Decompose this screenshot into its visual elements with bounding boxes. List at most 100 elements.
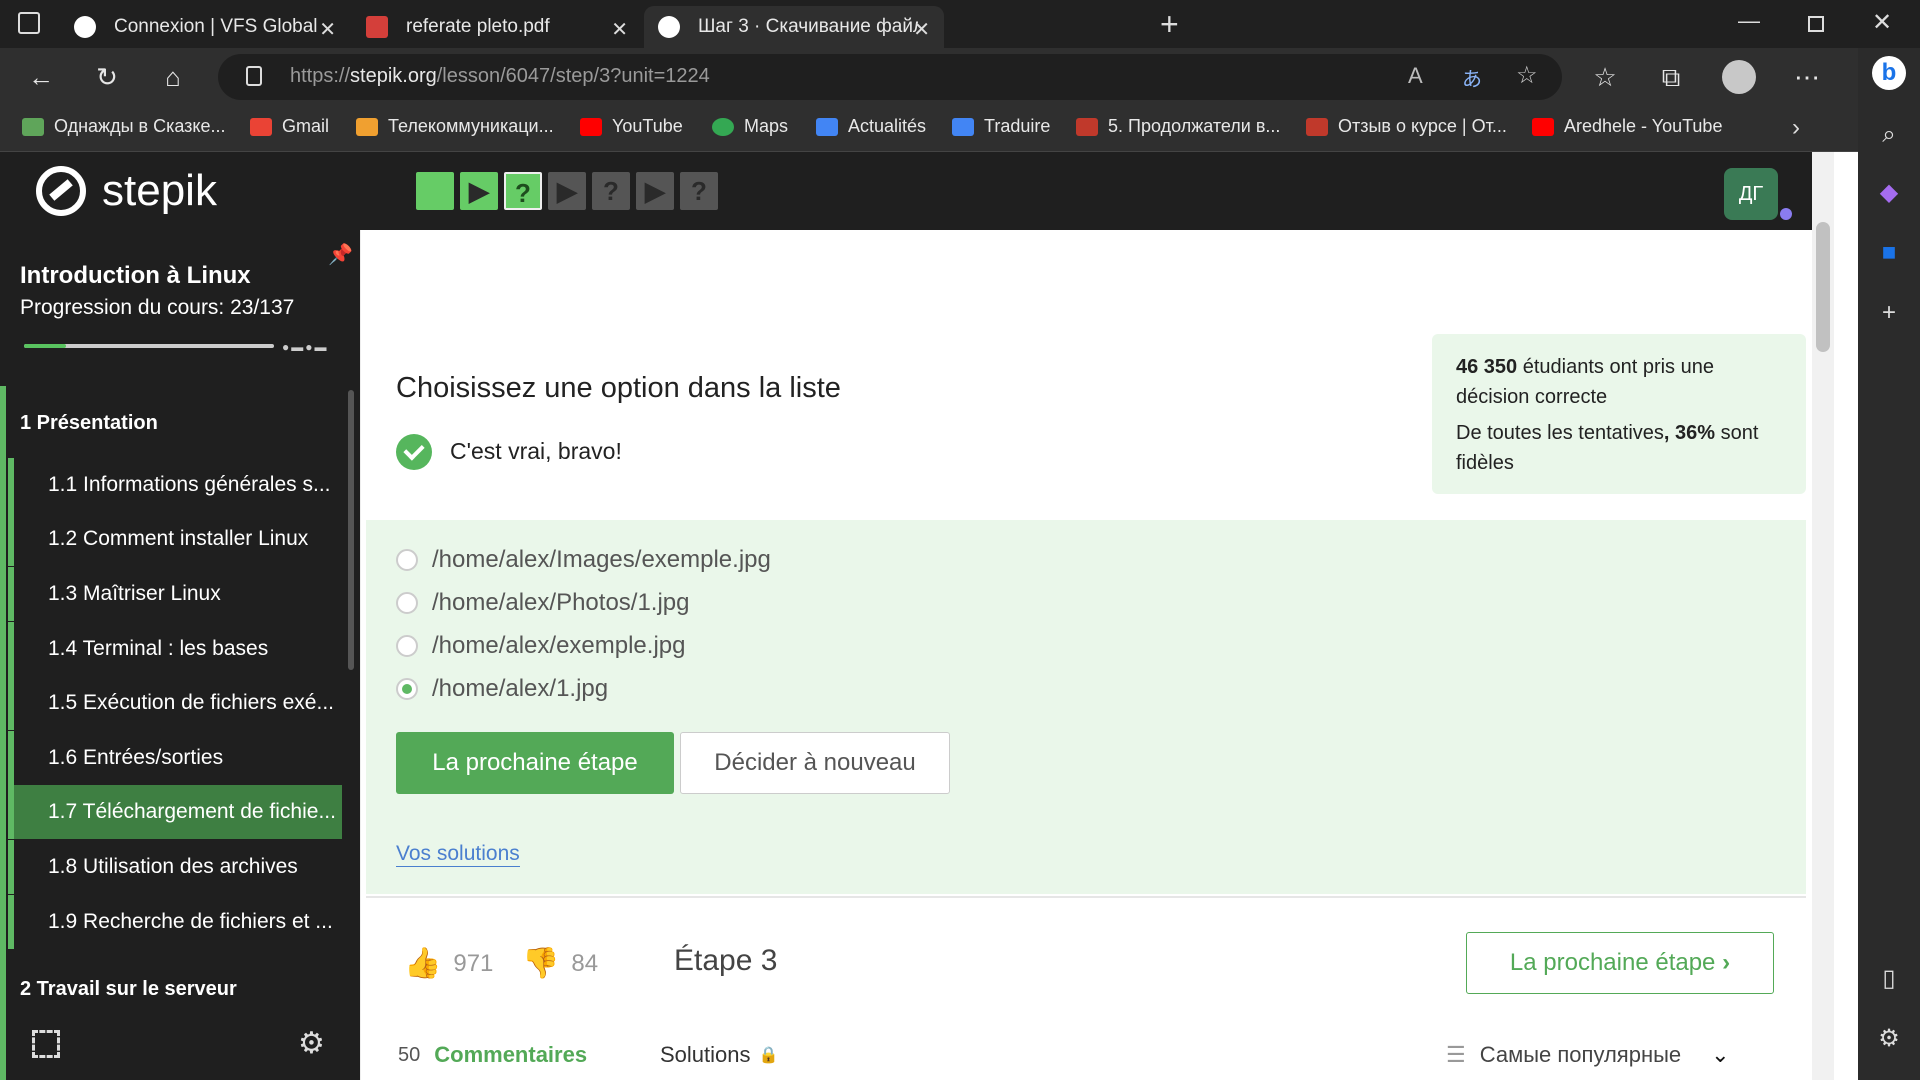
close-tab-icon[interactable]: ✕ — [611, 17, 628, 42]
bookmark[interactable]: Aredhele - YouTube — [1532, 116, 1722, 137]
reload-icon[interactable]: ↻ — [90, 60, 124, 94]
tab-stepik[interactable]: Шаг 3 · Скачивание файлов из и ✕ — [644, 6, 944, 48]
bookmark[interactable]: 5. Продолжатели в... — [1076, 116, 1280, 137]
home-icon[interactable]: ⌂ — [156, 60, 190, 94]
radio-button[interactable] — [396, 549, 418, 571]
settings-icon[interactable]: ⚙ — [298, 1026, 325, 1061]
tab-actions-icon[interactable] — [18, 12, 40, 34]
step-4-video[interactable]: ▶ — [548, 172, 586, 210]
gmail-icon — [250, 117, 272, 136]
step-7-quiz[interactable]: ? — [680, 172, 718, 210]
tab-vfs[interactable]: Connexion | VFS Global ✕ — [60, 6, 350, 48]
copilot-icon[interactable]: ◆ — [1872, 176, 1906, 210]
lesson-item[interactable]: 1.8 Utilisation des archives — [8, 840, 342, 894]
url-text[interactable]: https://stepik.org/lesson/6047/step/3?un… — [290, 65, 710, 88]
chevron-right-icon[interactable]: › — [1792, 114, 1800, 142]
step-3-quiz-current[interactable]: ? — [504, 172, 542, 210]
pdf-favicon-icon — [366, 16, 388, 38]
progress-fill — [24, 344, 66, 348]
bookmark-icon — [1306, 117, 1328, 136]
profile-avatar[interactable] — [1722, 60, 1756, 94]
solutions-tab[interactable]: Solutions 🔒 — [660, 1042, 778, 1068]
radio-button-selected[interactable] — [396, 678, 418, 700]
bookmark[interactable]: Maps — [712, 116, 788, 137]
dislike-button[interactable]: 👎 84 — [522, 946, 598, 981]
next-step-button[interactable]: La prochaine étape — [396, 732, 674, 794]
read-aloud-icon[interactable]: A — [1408, 63, 1423, 89]
bing-icon[interactable]: b — [1872, 56, 1906, 90]
sort-dropdown[interactable]: ☰ Самые популярные ⌄ — [1446, 1042, 1730, 1068]
lesson-item[interactable]: 1.6 Entrées/sorties — [8, 731, 342, 785]
tab-pdf[interactable]: referate pleto.pdf ✕ — [352, 6, 642, 48]
scrollbar-thumb[interactable] — [1816, 222, 1830, 352]
lesson-item[interactable]: 1.2 Comment installer Linux — [8, 512, 342, 566]
favorites-icon[interactable]: ☆ — [1588, 60, 1622, 94]
stepik-header: stepik ▶ ? ▶ ? ▶ ? ДГ — [0, 152, 1812, 230]
section-2-title[interactable]: 2 Travail sur le serveur — [20, 978, 237, 1001]
comments-count: 50 — [398, 1043, 421, 1066]
bookmark[interactable]: Actualités — [816, 116, 926, 137]
settings-icon[interactable]: ⚙ — [1872, 1022, 1906, 1056]
add-icon[interactable]: + — [1872, 296, 1906, 330]
next-step-button-footer[interactable]: La prochaine étape › — [1466, 932, 1774, 994]
radio-button[interactable] — [396, 592, 418, 614]
bookmark[interactable]: Телекоммуникаци... — [356, 116, 554, 137]
lock-icon: 🔒 — [758, 1047, 779, 1064]
lesson-item-active[interactable]: 1.7 Téléchargement de fichie... — [8, 785, 342, 839]
collections-icon[interactable]: ⧉ — [1654, 60, 1688, 94]
step-5-quiz[interactable]: ? — [592, 172, 630, 210]
close-tab-icon[interactable]: ✕ — [319, 17, 336, 42]
stats-panel: 46 350 étudiants ont pris une décision c… — [1432, 334, 1806, 494]
bookmark[interactable]: YouTube — [580, 116, 683, 137]
sidebar-scrollbar[interactable] — [348, 390, 354, 670]
lesson-item[interactable]: 1.4 Terminal : les bases — [8, 622, 342, 676]
restore-icon[interactable] — [1808, 16, 1824, 32]
like-button[interactable]: 👍 971 — [404, 946, 493, 981]
option[interactable]: /home/alex/Photos/1.jpg — [396, 589, 690, 617]
step-2-video[interactable]: ▶ — [460, 172, 498, 210]
new-tab-icon[interactable]: + — [1160, 6, 1179, 43]
address-bar-row: ← ↻ ⌂ https://stepik.org/lesson/6047/ste… — [0, 48, 1858, 106]
bookmark[interactable]: Однажды в Сказке... — [22, 116, 226, 137]
option-selected[interactable]: /home/alex/1.jpg — [396, 675, 608, 703]
search-icon[interactable]: ⌕ — [1872, 118, 1906, 152]
option[interactable]: /home/alex/exemple.jpg — [396, 632, 685, 660]
retry-button[interactable]: Décider à nouveau — [680, 732, 950, 794]
bookmark[interactable]: Отзыв о курсе | От... — [1306, 116, 1507, 137]
bookmark-icon — [1076, 117, 1098, 136]
lesson-item[interactable]: 1.5 Exécution de fichiers exé... — [8, 676, 342, 730]
stepik-logo[interactable]: stepik — [36, 166, 217, 216]
option-label: /home/alex/1.jpg — [432, 675, 609, 702]
translate-icon[interactable]: あ — [1462, 63, 1482, 92]
close-tab-icon[interactable]: ✕ — [913, 17, 930, 42]
tab-title: referate pleto.pdf — [406, 16, 550, 37]
fullscreen-icon[interactable] — [32, 1030, 60, 1058]
radio-button[interactable] — [396, 635, 418, 657]
step-6-video[interactable]: ▶ — [636, 172, 674, 210]
section-1-title[interactable]: 1 Présentation — [20, 412, 158, 435]
stats-correct: 46 350 étudiants ont pris une décision c… — [1456, 356, 1714, 408]
back-icon[interactable]: ← — [24, 60, 58, 94]
comments-tab[interactable]: 50 Commentaires — [398, 1042, 587, 1068]
lesson-item[interactable]: 1.3 Maîtriser Linux — [8, 567, 342, 621]
option[interactable]: /home/alex/Images/exemple.jpg — [396, 546, 771, 574]
pin-icon[interactable]: 📌 — [328, 242, 353, 267]
close-window-icon[interactable]: ✕ — [1872, 8, 1892, 37]
more-icon[interactable]: ⋯ — [1790, 60, 1824, 94]
notification-dot — [1780, 208, 1792, 220]
bookmark[interactable]: Traduire — [952, 116, 1050, 137]
lesson-item[interactable]: 1.1 Informations générales s... — [8, 458, 342, 512]
user-avatar[interactable]: ДГ — [1724, 168, 1778, 220]
minimize-icon[interactable]: — — [1738, 8, 1760, 34]
page-scrollbar[interactable] — [1812, 152, 1834, 1080]
lesson-item[interactable]: 1.9 Recherche de fichiers et ... — [8, 895, 342, 949]
favorite-add-icon[interactable]: ☆ — [1516, 61, 1538, 90]
outlook-icon[interactable]: ■ — [1872, 236, 1906, 270]
step-1-done[interactable] — [416, 172, 454, 210]
bookmark[interactable]: Gmail — [250, 116, 329, 137]
sidebar-layout-icon[interactable]: ▯ — [1872, 962, 1906, 996]
your-solutions-link[interactable]: Vos solutions — [396, 842, 520, 867]
course-title[interactable]: Introduction à Linux — [20, 262, 251, 290]
url-bar[interactable]: https://stepik.org/lesson/6047/step/3?un… — [218, 54, 1562, 100]
stepik-favicon-icon — [658, 16, 680, 38]
